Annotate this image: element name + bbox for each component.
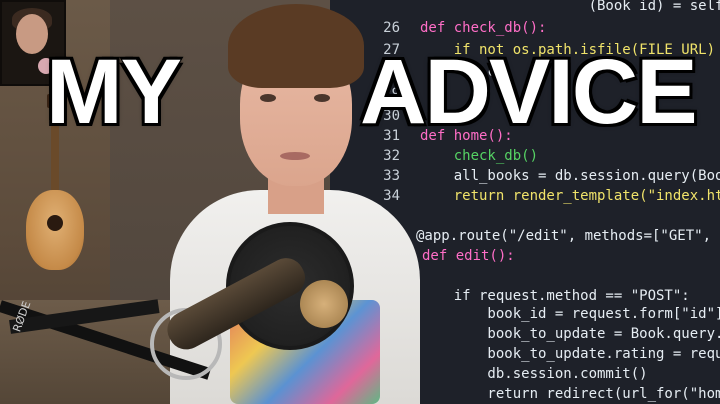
presenter-hair [228, 4, 364, 88]
presenter-mouth [280, 152, 310, 160]
code-text: (Book id) = self.t [420, 0, 720, 14]
headline-left-word: MY [46, 41, 182, 143]
code-text: return redirect(url_for("home" [420, 386, 720, 402]
code-text: def check_db(): [420, 20, 547, 36]
microphone-grille [300, 280, 348, 328]
presenter-left-eye [260, 94, 276, 102]
code-text: all_books = db.session.query(Book [420, 168, 720, 184]
poster-face [16, 14, 48, 54]
code-text: book_to_update.rating = reques [420, 346, 720, 362]
code-text: db.session.commit() [420, 366, 648, 382]
code-text: book_to_update = Book.query.ge [420, 326, 720, 342]
presenter-right-eye [314, 94, 330, 102]
code-text: return render_template("index.htm [420, 188, 720, 204]
code-text: @app.route("/edit", methods=["GET", "P [416, 228, 720, 244]
guitar-soundhole [47, 215, 63, 231]
thumbnail-frame: (Book id) = self.t 26 def check_db(): 27 … [0, 0, 720, 404]
code-text: if request.method == "POST": [420, 288, 690, 304]
code-text: check_db() [420, 148, 539, 164]
headline-right-word: ADVICE [360, 41, 698, 143]
code-text: book_id = request.form["id"] [420, 306, 720, 322]
code-text: def edit(): [422, 248, 515, 264]
